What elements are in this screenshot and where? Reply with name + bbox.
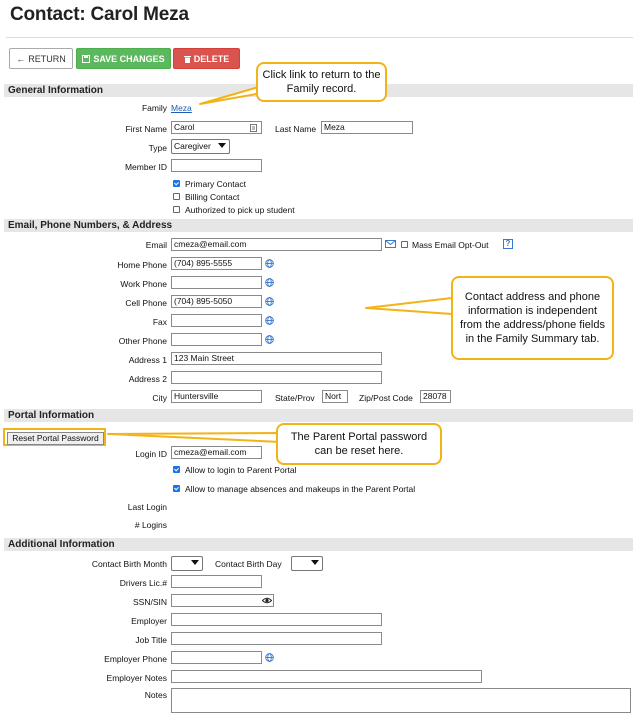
callout-address-info: Contact address and phone information is… [451,276,614,360]
callout-portal-password: The Parent Portal password can be reset … [276,423,442,465]
callout-family-link: Click link to return to the Family recor… [256,62,387,102]
